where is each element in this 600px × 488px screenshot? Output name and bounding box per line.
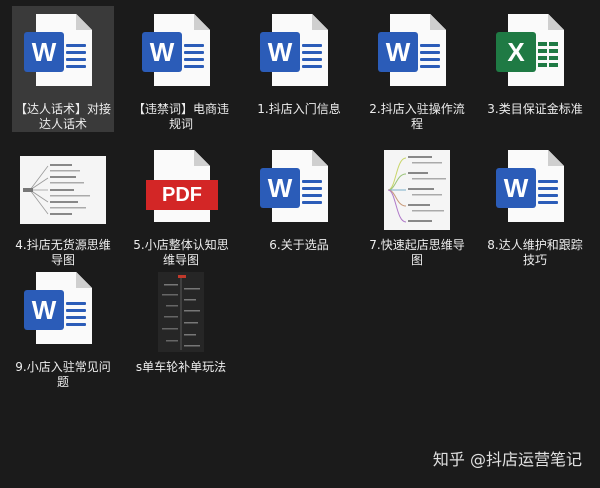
word-doc-icon: W xyxy=(254,150,344,230)
file-label: 9.小店入驻常见问题 xyxy=(15,360,111,389)
file-label: 2.抖店入驻操作流程 xyxy=(369,102,465,131)
file-item-onboarding-faq[interactable]: W 9.小店入驻常见问题 xyxy=(12,264,114,390)
file-item-store-overview[interactable]: PDF 5.小店整体认知思维导图 xyxy=(130,142,232,268)
file-item-talent-maintenance[interactable]: W 8.达人维护和跟踪技巧 xyxy=(484,142,586,268)
word-doc-icon: W xyxy=(372,14,462,94)
word-doc-icon: W xyxy=(490,150,580,230)
file-label: 8.达人维护和跟踪技巧 xyxy=(487,238,583,267)
file-label: 【达人话术】对接达人话术 xyxy=(14,102,111,131)
file-item-quickstart-mindmap[interactable]: 7.快速起店思维导图 xyxy=(366,142,468,268)
mindmap-thumbnail xyxy=(18,150,108,230)
word-doc-icon: W xyxy=(18,14,108,94)
word-doc-icon: W xyxy=(18,272,108,352)
file-item-store-intro[interactable]: W 1.抖店入门信息 xyxy=(248,6,350,132)
file-label: 6.关于选品 xyxy=(269,238,329,252)
file-item-talent-scripts[interactable]: W 【达人话术】对接达人话术 xyxy=(12,6,114,132)
file-item-onboarding-process[interactable]: W 2.抖店入驻操作流程 xyxy=(366,6,468,132)
mindmap-thumbnail xyxy=(372,150,462,230)
file-label: s单车轮补单玩法 xyxy=(135,360,227,374)
file-item-dropship-mindmap[interactable]: 4.抖店无货源思维导图 xyxy=(12,142,114,268)
file-item-banned-words[interactable]: W 【违禁词】电商违规词 xyxy=(130,6,232,132)
excel-sheet-icon: X xyxy=(490,14,580,94)
pdf-doc-icon: PDF xyxy=(136,150,226,230)
file-label: 3.类目保证金标准 xyxy=(487,102,583,116)
file-label: 7.快速起店思维导图 xyxy=(369,238,465,267)
mindmap-thumbnail xyxy=(136,272,226,352)
file-item-product-selection[interactable]: W 6.关于选品 xyxy=(248,142,350,268)
watermark: 知乎 @抖店运营笔记 xyxy=(432,450,582,469)
word-doc-icon: W xyxy=(254,14,344,94)
word-doc-icon: W xyxy=(136,14,226,94)
file-label: 【违禁词】电商违规词 xyxy=(132,102,229,131)
file-item-order-strategy[interactable]: s单车轮补单玩法 xyxy=(130,264,232,390)
file-grid: W 【达人话术】对接达人话术 W 【违禁词】电商违规词 W 1.抖店入门信息 W… xyxy=(0,0,600,488)
file-item-category-deposit[interactable]: X 3.类目保证金标准 xyxy=(484,6,586,132)
file-label: 1.抖店入门信息 xyxy=(257,102,341,116)
